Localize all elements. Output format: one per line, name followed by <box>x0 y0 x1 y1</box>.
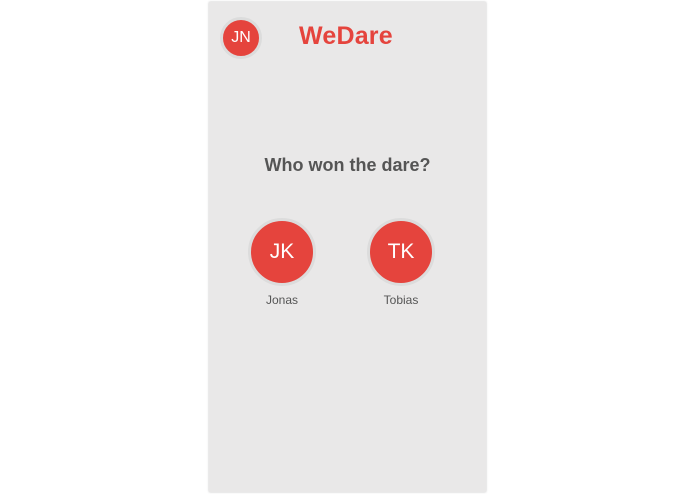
player-avatar[interactable]: JK <box>248 218 316 286</box>
player-name: Tobias <box>383 293 419 307</box>
app-title: WeDare <box>299 22 393 50</box>
player-avatar-initials: JK <box>269 240 295 263</box>
player-name: Jonas <box>265 293 299 307</box>
player-option-tobias[interactable]: TK Tobias <box>366 218 436 307</box>
player-option-jonas[interactable]: JK Jonas <box>247 218 317 307</box>
dare-question: Who won the dare? <box>264 155 431 175</box>
player-avatar-initials: TK <box>387 240 415 263</box>
player-avatar[interactable]: TK <box>367 218 435 286</box>
user-avatar-initials: JN <box>231 29 251 46</box>
app-screen: JN WeDare Who won the dare? JK Jonas TK … <box>209 2 486 492</box>
user-avatar[interactable]: JN <box>220 17 262 59</box>
